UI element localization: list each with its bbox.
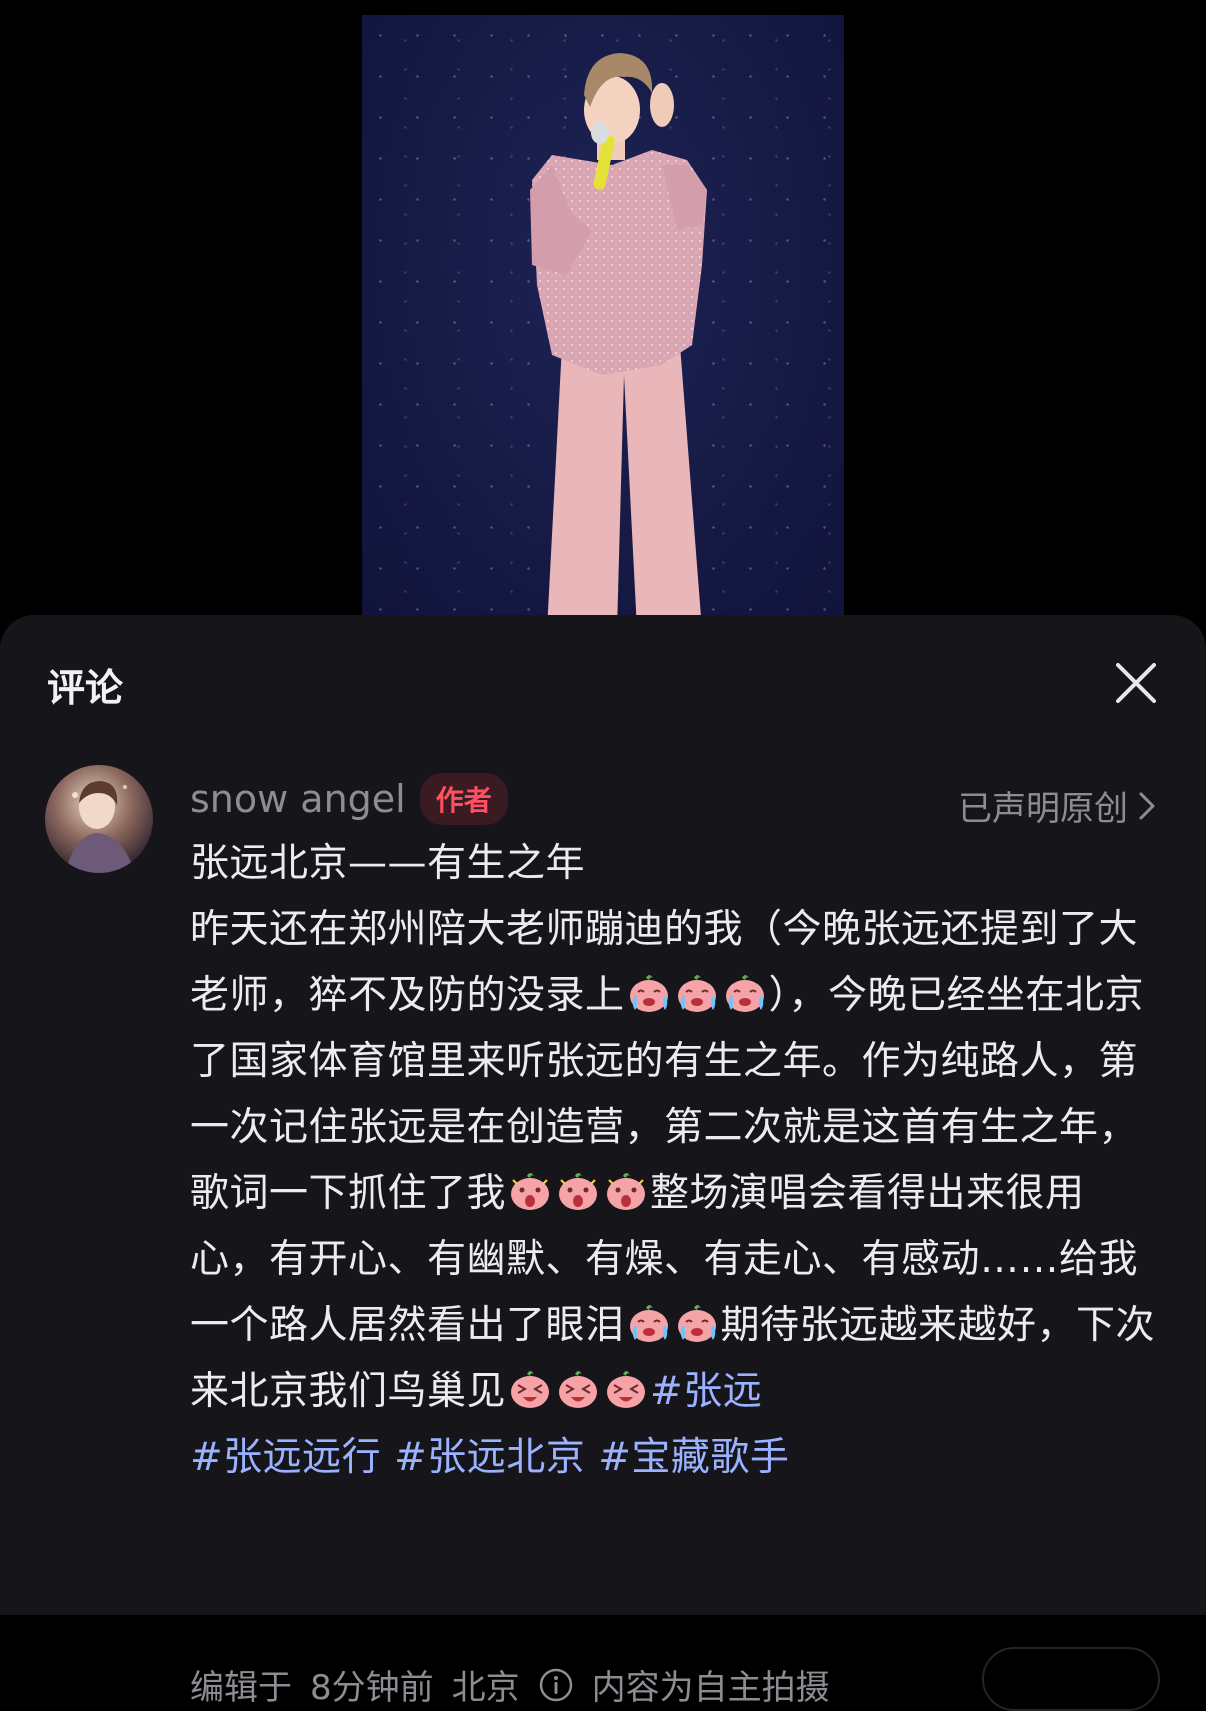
location: 北京 [451, 1668, 520, 1708]
edited-label: 编辑于 [190, 1668, 292, 1708]
excited-emoji-icon [507, 1366, 553, 1412]
crying-emoji-icon [722, 970, 768, 1016]
comment-meta: 编辑于 8分钟前 北京 内容为自主拍摄 [190, 1660, 830, 1709]
crying-emoji-icon [674, 970, 720, 1016]
performer-image [530, 53, 707, 630]
video-area[interactable] [0, 0, 1206, 640]
reply-pill-button[interactable] [982, 1647, 1160, 1711]
shocked-emoji-icon [603, 1168, 649, 1214]
avatar-image [65, 781, 135, 873]
sheet-header: 评论 [0, 615, 1206, 745]
hashtag-link[interactable]: #张远远行 [190, 1435, 381, 1480]
crying-emoji-icon [674, 1300, 720, 1346]
crying-emoji-icon [626, 970, 672, 1016]
hashtag-link[interactable]: #张远北京 [394, 1435, 585, 1480]
author-name[interactable]: snow angel [190, 777, 406, 821]
hashtag-link[interactable]: #宝藏歌手 [598, 1435, 789, 1480]
edited-time: 8分钟前 [310, 1668, 434, 1708]
avatar[interactable] [45, 765, 153, 873]
sheet-title: 评论 [47, 666, 124, 710]
original-claim-label: 已声明原创 [958, 789, 1128, 829]
comment-text: 张远北京——有生之年 昨天还在郑州陪大老师蹦迪的我（今晚张远还提到了大老师，猝不… [190, 831, 1160, 1491]
chevron-right-icon [1139, 792, 1155, 819]
crying-emoji-icon [626, 1300, 672, 1346]
hashtag-link[interactable]: #张远 [650, 1369, 762, 1414]
info-icon[interactable] [538, 1667, 574, 1703]
concert-video-frame[interactable] [362, 15, 844, 630]
comment-title-line: 张远北京——有生之年 [190, 841, 586, 886]
comment-paragraph: 昨天还在郑州陪大老师蹦迪的我（今晚张远还提到了大老师，猝不及防的没录上 ），今晚已… [190, 897, 1160, 1491]
author-row: snow angel 作者 [190, 773, 508, 825]
comment-sheet: 评论 snow angel 作者 已声明原创 张远北京——有生之年 昨天还在郑州… [0, 615, 1206, 1711]
shocked-emoji-icon [555, 1168, 601, 1214]
excited-emoji-icon [555, 1366, 601, 1412]
shocked-emoji-icon [507, 1168, 553, 1214]
source-note: 内容为自主拍摄 [591, 1668, 830, 1708]
author-badge: 作者 [419, 773, 508, 825]
excited-emoji-icon [603, 1366, 649, 1412]
original-claim-link[interactable]: 已声明原创 [958, 781, 1156, 830]
close-icon[interactable] [1112, 659, 1160, 707]
